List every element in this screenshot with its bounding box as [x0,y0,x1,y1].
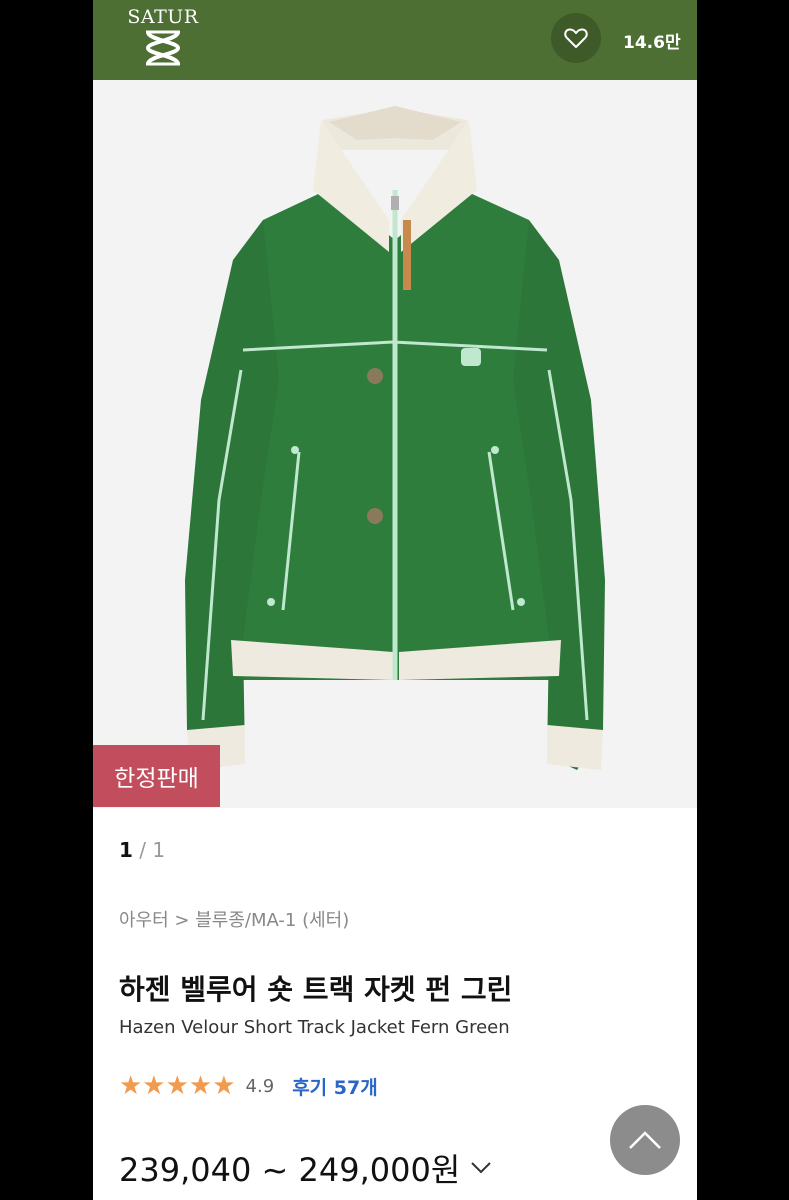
chevron-down-icon[interactable] [470,1161,492,1175]
brand-logo[interactable]: SATUR [123,6,203,72]
wish-button[interactable] [551,13,601,63]
rating-stars: ★★★★★ [119,1071,236,1101]
category-breadcrumb[interactable]: 아우터 > 블루종/MA-1 (세터) [119,906,349,932]
pager-separator: / [139,838,147,862]
price-row[interactable]: 239,040 ~ 249,000원 [119,1145,492,1191]
product-page: SATUR 14.6만 한정판매 1 / 1 아우터 > 블루종/MA-1 (세… [93,0,697,1200]
wish-count: 14.6만 [623,33,681,53]
scroll-to-top-button[interactable] [610,1105,680,1175]
brand-logo-mark [145,30,181,66]
chevron-up-icon [629,1131,661,1149]
app-header: SATUR 14.6만 [93,0,697,80]
image-pager: 1 / 1 [119,838,165,862]
rating-row: ★★★★★ 4.9 후기 57개 [119,1070,378,1102]
product-image-gallery[interactable]: 한정판매 [93,80,697,808]
price-range: 239,040 ~ 249,000원 [119,1151,461,1189]
brand-logo-text: SATUR [127,6,199,28]
pager-total: 1 [152,838,166,862]
limited-edition-badge: 한정판매 [93,745,220,807]
review-count-link[interactable]: 후기 57개 [292,1073,378,1100]
product-title: 하젠 벨루어 숏 트랙 자켓 펀 그린 [119,973,513,1006]
pager-current: 1 [119,838,133,862]
rating-score: 4.9 [245,1075,275,1097]
product-image [185,106,605,770]
product-title-english: Hazen Velour Short Track Jacket Fern Gre… [119,1017,510,1038]
heart-icon [564,28,588,48]
